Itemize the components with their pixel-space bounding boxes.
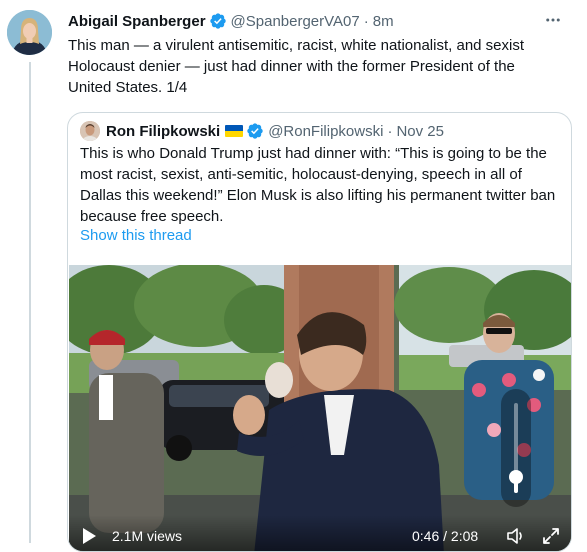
tweet-header: Abigail Spanberger @SpanbergerVA07 · 8m (68, 11, 394, 31)
quote-tweet-card[interactable]: Ron Filipkowski @RonFilipkowski · Nov 25… (67, 112, 572, 552)
quote-date[interactable]: Nov 25 (396, 123, 444, 140)
volume-slider[interactable] (501, 389, 531, 507)
thread-line (29, 62, 31, 543)
author-handle[interactable]: @SpanbergerVA07 (231, 13, 360, 30)
video-player[interactable]: 2.1M views 0:46 / 2:08 (69, 265, 571, 551)
video-time: 0:46 / 2:08 (412, 528, 479, 544)
separator-dot: · (387, 122, 393, 140)
tweet-timestamp[interactable]: 8m (373, 13, 394, 30)
view-count: 2.1M views (112, 528, 183, 544)
video-controls: 2.1M views 0:46 / 2:08 (69, 515, 571, 551)
separator-dot: · (363, 12, 369, 30)
video-frame (69, 265, 571, 551)
quote-author-name[interactable]: Ron Filipkowski (106, 123, 220, 140)
show-thread-link[interactable]: Show this thread (80, 227, 192, 244)
fullscreen-icon[interactable] (541, 526, 561, 546)
more-horizontal-icon[interactable] (543, 10, 563, 30)
verified-badge-icon (246, 122, 264, 140)
verified-badge-icon (209, 12, 227, 30)
avatar-ron-filipkowski[interactable] (80, 121, 100, 141)
play-icon[interactable] (81, 527, 97, 545)
quote-header: Ron Filipkowski @RonFilipkowski · Nov 25 (80, 121, 444, 141)
volume-icon[interactable] (506, 527, 526, 545)
ukraine-flag-icon (225, 125, 244, 137)
avatar-abigail-spanberger[interactable] (7, 10, 52, 55)
author-name[interactable]: Abigail Spanberger (68, 13, 206, 30)
quote-author-handle[interactable]: @RonFilipkowski (268, 123, 383, 140)
quote-text: This is who Donald Trump just had dinner… (80, 145, 556, 225)
volume-knob[interactable] (509, 470, 523, 484)
tweet-text: This man — a virulent antisemitic, racis… (68, 37, 525, 96)
